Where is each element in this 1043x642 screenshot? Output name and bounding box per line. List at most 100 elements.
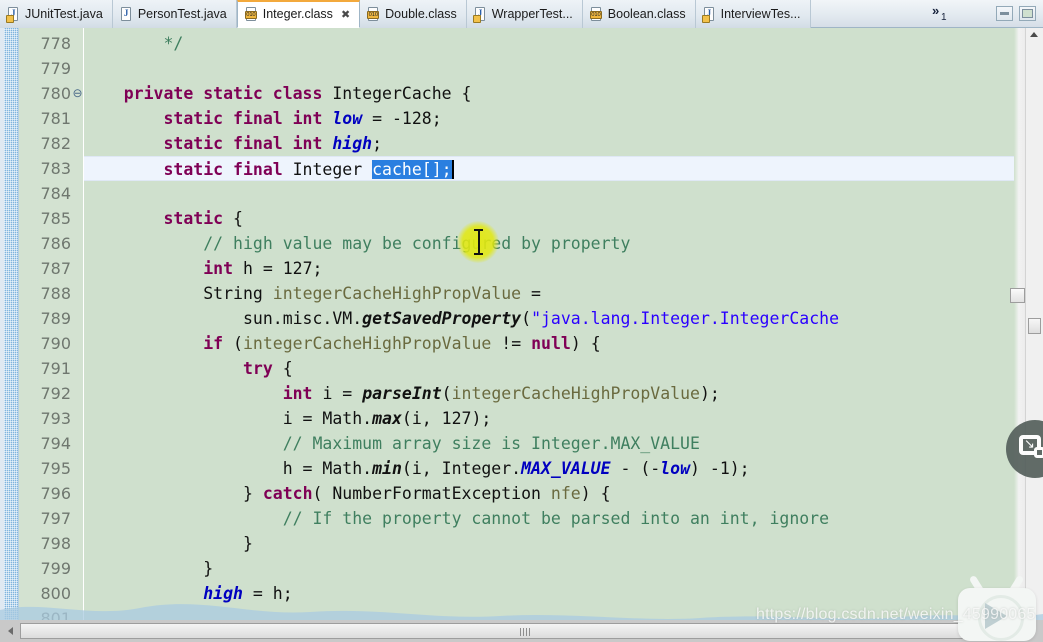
editor-tab-boolean-class[interactable]: 010 Boolean.class xyxy=(582,0,696,28)
code-surface[interactable]: */ private static class IntegerCache { s… xyxy=(84,28,1014,620)
vertical-scrollbar-thumb[interactable] xyxy=(1028,318,1041,334)
horizontal-scrollbar-thumb[interactable] xyxy=(20,623,1020,639)
code-line[interactable]: private static class IntegerCache { xyxy=(84,81,1014,106)
code-line[interactable]: i = Math.max(i, 127); xyxy=(84,406,1014,431)
tab-overflow-chevron[interactable]: » 1 xyxy=(929,3,957,27)
code-token-cmt: // Maximum array size is Integer.MAX_VAL… xyxy=(282,434,700,453)
code-line[interactable]: if (integerCacheHighPropValue != null) { xyxy=(84,331,1014,356)
code-token-kw: catch xyxy=(262,484,313,503)
editor-tab-interviewtes[interactable]: J InterviewTes... xyxy=(695,0,811,28)
code-token-par: integerCacheHighPropValue xyxy=(242,334,492,353)
code-token-kw: static final xyxy=(163,160,293,179)
code-token-pln: (i, 127); xyxy=(401,409,492,428)
code-line[interactable]: // high value may be configured by prope… xyxy=(84,231,1014,256)
code-token-pln: h = 127; xyxy=(242,259,323,278)
code-token-pln: sun.misc.VM. xyxy=(242,309,363,328)
editor-tab-wrappertest[interactable]: J WrapperTest... xyxy=(466,0,583,28)
code-token-pln: = h; xyxy=(242,584,293,603)
code-token-pln: ( NumberFormatException xyxy=(312,484,551,503)
code-line[interactable]: // Maximum array size is Integer.MAX_VAL… xyxy=(84,431,1014,456)
code-line[interactable]: // If the property cannot be parsed into… xyxy=(84,506,1014,531)
code-token-pln: ) { xyxy=(580,484,611,503)
code-token-kw: try xyxy=(242,359,273,378)
warning-badge-icon xyxy=(701,14,710,23)
play-triangle-icon xyxy=(985,603,1007,629)
fold-collapse-icon[interactable]: ⊖ xyxy=(72,81,83,106)
code-token-kw: int xyxy=(282,384,323,403)
code-line[interactable] xyxy=(84,181,1014,206)
code-token-pln: - (- xyxy=(610,459,661,478)
editor-tab-integer-class[interactable]: 010 Integer.class ✖ xyxy=(236,0,361,28)
code-line[interactable]: static final int low = -128; xyxy=(84,106,1014,131)
annotation-ruler[interactable] xyxy=(0,28,19,620)
code-line[interactable] xyxy=(84,56,1014,81)
line-number: 798 xyxy=(40,534,71,553)
code-token-pln: != xyxy=(491,334,532,353)
code-line[interactable]: int i = parseInt(integerCacheHighPropVal… xyxy=(84,381,1014,406)
code-line[interactable]: } catch( NumberFormatException nfe) { xyxy=(84,481,1014,506)
code-line[interactable]: } xyxy=(84,556,1014,581)
code-token-fld: high xyxy=(203,584,243,603)
code-line[interactable]: } xyxy=(84,531,1014,556)
code-line[interactable]: */ xyxy=(84,31,1014,56)
class-file-icon: 010 xyxy=(589,6,603,22)
code-editor[interactable]: 778 779 780 ⊖ 781 782 783 784 785 786 787 788 789 790… xyxy=(0,28,1043,620)
code-token-pln: } xyxy=(242,484,263,503)
code-token-sel: cache[]; xyxy=(372,160,452,179)
line-number: 800 xyxy=(40,584,71,603)
code-token-mth: max xyxy=(372,409,402,428)
java-file-icon: J xyxy=(472,6,487,23)
editor-tab-label: Integer.class xyxy=(262,7,333,22)
code-line[interactable]: static final Integer cache[]; xyxy=(84,156,1014,181)
code-line[interactable] xyxy=(84,606,1014,620)
maximize-button[interactable] xyxy=(1019,6,1036,21)
code-line[interactable]: static { xyxy=(84,206,1014,231)
code-token-mth: min xyxy=(372,459,402,478)
code-line[interactable]: static final int high; xyxy=(84,131,1014,156)
code-token-cmt: // If the property cannot be parsed into… xyxy=(282,509,830,528)
minimize-button[interactable] xyxy=(996,6,1013,21)
code-line[interactable]: sun.misc.VM.getSavedProperty("java.lang.… xyxy=(84,306,1014,331)
vertical-scrollbar[interactable] xyxy=(1025,28,1043,620)
editor-tab-label: PersonTest.java xyxy=(137,6,227,21)
code-token-pln: ( xyxy=(521,309,532,328)
editor-tab-double-class[interactable]: 010 Double.class xyxy=(360,0,467,28)
line-number: 796 xyxy=(40,484,71,503)
code-token-pln: i = Math. xyxy=(282,409,373,428)
class-file-icon: 010 xyxy=(367,6,380,22)
overview-ruler-marker[interactable] xyxy=(1010,288,1025,303)
editor-tab-label: Double.class xyxy=(385,6,457,21)
editor-tab-persontest-java[interactable]: J PersonTest.java xyxy=(112,0,237,28)
video-player-logo xyxy=(958,574,1036,641)
line-number: 795 xyxy=(40,459,71,478)
code-token-str: "java.lang.Integer.IntegerCache xyxy=(531,309,840,328)
line-number: 787 xyxy=(40,259,71,278)
line-number: 778 xyxy=(40,34,71,53)
line-number: 785 xyxy=(40,209,71,228)
line-number: 786 xyxy=(40,234,71,253)
scroll-left-arrow-icon[interactable] xyxy=(8,627,13,635)
code-token-pln: ( xyxy=(233,334,243,353)
close-icon[interactable]: ✖ xyxy=(341,8,350,21)
code-token-kw: static final int xyxy=(163,134,333,153)
code-token-pln: ( xyxy=(441,384,452,403)
code-line[interactable]: try { xyxy=(84,356,1014,381)
java-file-icon: J xyxy=(120,6,133,22)
horizontal-scrollbar[interactable] xyxy=(0,620,1043,642)
line-number: 788 xyxy=(40,284,71,303)
code-token-pln: String xyxy=(203,284,273,303)
scroll-up-arrow-icon[interactable] xyxy=(1030,32,1038,37)
line-number: 801 xyxy=(40,609,71,620)
line-number: 781 xyxy=(40,109,71,128)
editor-tab-label: InterviewTes... xyxy=(720,6,801,21)
line-number: 791 xyxy=(40,359,71,378)
code-line[interactable]: h = Math.min(i, Integer.MAX_VALUE - (-lo… xyxy=(84,456,1014,481)
code-token-mth: getSavedProperty xyxy=(362,309,522,328)
line-number: 793 xyxy=(40,409,71,428)
code-token-fld: low xyxy=(332,109,363,128)
editor-tab-junittest-java[interactable]: J JUnitTest.java xyxy=(0,0,113,28)
code-line[interactable]: high = h; xyxy=(84,581,1014,606)
code-line[interactable]: String integerCacheHighPropValue = xyxy=(84,281,1014,306)
code-token-pln: ); xyxy=(699,384,720,403)
code-line[interactable]: int h = 127; xyxy=(84,256,1014,281)
